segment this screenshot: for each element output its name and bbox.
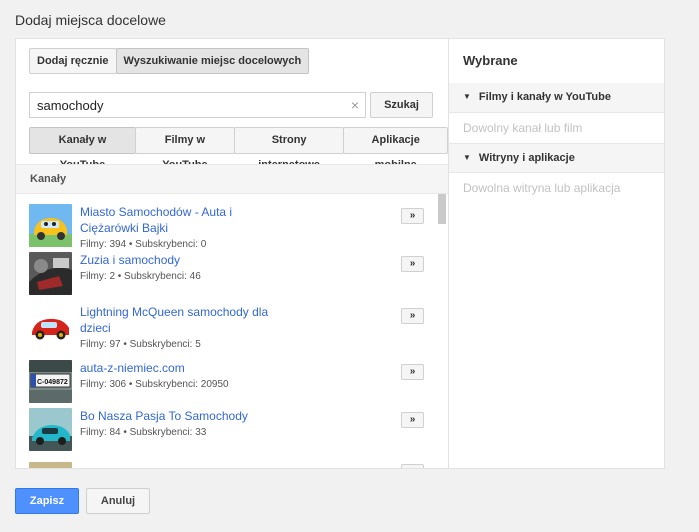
channel-name[interactable]: Miasto Samochodów - Auta i Ciężarówki Baj… [80,204,290,236]
add-button[interactable]: » [401,256,424,272]
channel-thumbnail [29,204,72,247]
add-button[interactable]: » [401,412,424,428]
tab-add-manually[interactable]: Dodaj ręcznie [29,48,117,74]
tab-youtube-channels[interactable]: Kanały w YouTube [29,127,136,171]
selected-pane: Wybrane ▼ Filmy i kanały w YouTube Dowoln… [448,39,664,468]
triangle-down-icon: ▼ [463,92,471,101]
tab-search-placements[interactable]: Wyszukiwanie miejsc docelowych [115,48,310,74]
selected-title: Wybrane [463,53,518,68]
channel-stats: Filmy: 84 • Subskrybenci: 33 [80,427,207,438]
results-header: Kanały [16,164,448,194]
search-button[interactable]: Szukaj [370,92,433,118]
triangle-down-icon: ▼ [463,153,471,162]
channel-name[interactable]: auta-z-niemiec.com [80,360,290,376]
channel-thumbnail [29,462,72,468]
add-button[interactable]: » [401,208,424,224]
placement-dialog: Dodaj ręcznie Wyszukiwanie miejsc docelo… [15,38,665,469]
plate-text: C-049872 [37,379,68,386]
channel-stats: Filmy: 2 • Subskrybenci: 46 [80,271,201,282]
tab-mobile-apps[interactable]: Aplikacje mobilne [343,127,449,171]
add-button[interactable]: » [401,364,424,380]
type-tabs: Kanały w YouTube Filmy w YouTube Strony … [29,127,449,171]
clear-icon[interactable]: × [351,97,359,113]
search-pane: Dodaj ręcznie Wyszukiwanie miejsc docelo… [16,39,449,468]
channel-thumbnail: C-049872 [29,360,72,403]
page-title: Dodaj miejsca docelowe [15,12,166,28]
channel-thumbnail [29,304,72,347]
channel-name[interactable]: Lightning McQueen samochody dla dzieci [80,304,290,336]
results-list[interactable]: Miasto Samochodów - Auta i Ciężarówki Baj… [16,194,448,468]
group-sites-apps[interactable]: ▼ Witryny i aplikacje [449,143,664,173]
tab-websites[interactable]: Strony internetowe [233,127,345,171]
search-box: × [29,92,366,118]
results-scrollbar[interactable] [438,194,446,224]
group-sites-apps-empty: Dowolna witryna lub aplikacja [463,181,621,195]
channel-name[interactable]: Zuzia i samochody [80,252,290,268]
channel-thumbnail [29,408,72,451]
channel-stats: Filmy: 306 • Subskrybenci: 20950 [80,379,229,390]
mode-tabs: Dodaj ręcznie Wyszukiwanie miejsc docelo… [29,48,310,74]
channel-stats: Filmy: 97 • Subskrybenci: 5 [80,339,201,350]
add-button[interactable]: » [401,308,424,324]
search-input[interactable] [30,93,340,117]
channel-thumbnail [29,252,72,295]
group-youtube-empty: Dowolny kanał lub film [463,121,583,135]
group-youtube[interactable]: ▼ Filmy i kanały w YouTube [449,83,664,113]
channel-stats: Filmy: 394 • Subskrybenci: 0 [80,239,207,250]
channel-name[interactable]: Bo Nasza Pasja To Samochody [80,408,290,424]
tab-youtube-videos[interactable]: Filmy w YouTube [134,127,235,171]
cancel-button[interactable]: Anuluj [86,488,150,514]
add-button[interactable] [401,464,424,468]
save-button[interactable]: Zapisz [15,488,79,514]
